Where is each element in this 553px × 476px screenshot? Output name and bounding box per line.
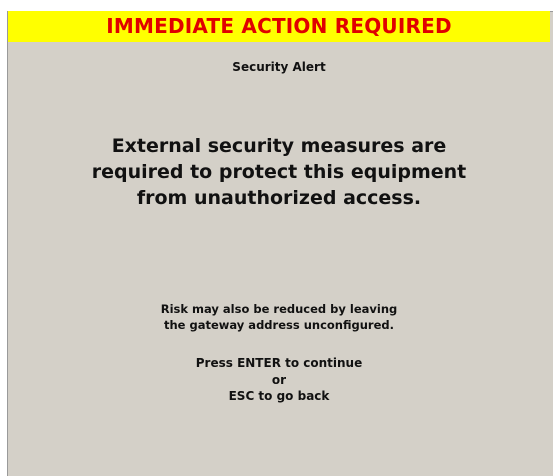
security-message-line: from unauthorized access. bbox=[136, 187, 422, 209]
esc-back-prompt: ESC to go back bbox=[228, 389, 330, 403]
alert-screen bbox=[7, 11, 553, 476]
security-message: External security measures are required … bbox=[8, 133, 550, 211]
prompt-or-text: or bbox=[271, 372, 287, 387]
key-prompt: Press ENTER to continue or ESC to go bac… bbox=[8, 355, 550, 405]
security-message-line: External security measures are bbox=[111, 135, 447, 157]
enter-continue-prompt: Press ENTER to continue bbox=[195, 356, 363, 370]
immediate-action-banner: IMMEDIATE ACTION REQUIRED bbox=[8, 11, 550, 42]
security-alert-title: Security Alert bbox=[232, 60, 326, 74]
security-message-line: required to protect this equipment bbox=[91, 161, 467, 183]
risk-note: Risk may also be reduced by leaving the … bbox=[8, 301, 550, 333]
risk-note-line: the gateway address unconfigured. bbox=[164, 318, 394, 332]
risk-note-line: Risk may also be reduced by leaving bbox=[160, 302, 398, 316]
